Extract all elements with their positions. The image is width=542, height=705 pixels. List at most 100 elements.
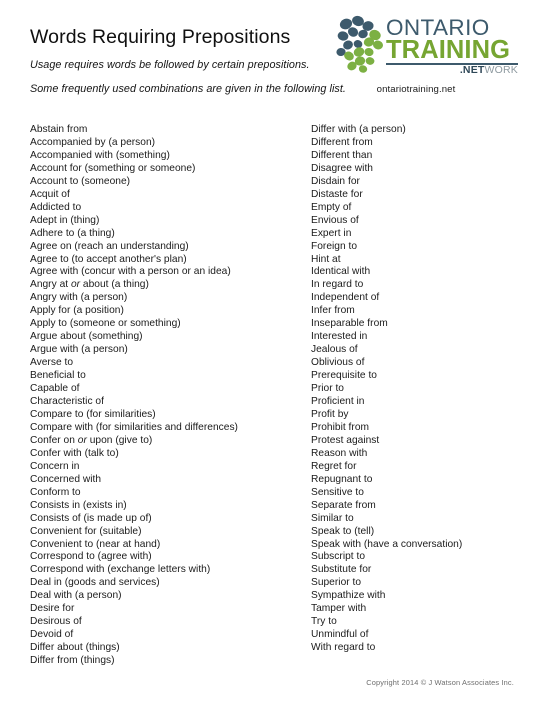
preposition-entry: Concern in [30,460,80,472]
preposition-entry: Devoid of [30,629,74,641]
preposition-entry: Beneficial to [30,370,86,382]
document-header: Words Requiring Prepositions Usage requi… [0,0,542,112]
preposition-entry: Abstain from [30,124,88,135]
preposition-entry: Speak to (tell) [311,525,375,537]
preposition-entry: Angry at or about (a thing) [30,279,149,291]
preposition-entry: Jealous of [311,344,358,356]
preposition-entry: Account for (something or someone) [30,162,196,174]
ontario-training-network-dots-icon [335,14,383,74]
preposition-entry: Convenient to (near at hand) [30,538,161,550]
preposition-entry: Tamper with [311,603,367,615]
preposition-entry: Argue with (a person) [30,344,128,356]
preposition-entry: Consists of (is made up of) [30,512,152,524]
preposition-entry: With regard to [311,642,376,654]
wordmark-training: TRAINING [386,36,511,65]
preposition-entry: Characteristic of [30,396,104,408]
preposition-entry: Empty of [311,201,352,213]
preposition-entry: Sensitive to [311,486,364,498]
preposition-entry: Unmindful of [311,629,369,641]
preposition-entry: Compare to (for similarities) [30,408,156,420]
copyright-notice: Copyright 2014 © J Watson Associates Inc… [366,678,514,687]
left-column: Abstain from Accompanied by (a person) Acc… [30,124,286,668]
preposition-entry: Agree with (concur with a person or an i… [30,266,231,278]
wordmark-network: .NETWORK [386,64,518,77]
preposition-entry: Distaste for [311,188,363,200]
brand-wordmark: ONTARIO TRAINING .NETWORK [386,14,518,77]
preposition-entry: Identical with [311,266,371,278]
preposition-entry: Proficient in [311,396,365,408]
preposition-entry: Protest against [311,434,380,446]
preposition-entry: Convenient for (suitable) [30,525,142,537]
preposition-entry: Apply to (someone or something) [30,318,181,330]
preposition-list-columns: Abstain from Accompanied by (a person) Acc… [0,124,542,668]
preposition-entry: Deal in (goods and services) [30,577,160,589]
preposition-entry: Accompanied by (a person) [30,136,156,148]
preposition-entry: Prior to [311,383,344,395]
logo-row: ONTARIO TRAINING .NETWORK [320,14,518,77]
preposition-entry: Adhere to (a thing) [30,227,115,239]
left-entry-list: Abstain from Accompanied by (a person) Acc… [30,124,286,668]
preposition-entry: Desirous of [30,616,82,628]
preposition-entry: Differ from (things) [30,655,115,667]
preposition-entry: Confer with (talk to) [30,447,119,459]
preposition-entry: Superior to [311,577,362,589]
preposition-entry: Accompanied with (something) [30,149,170,161]
preposition-entry: Conform to [30,486,81,498]
preposition-entry: Subscript to [311,551,366,563]
brand-website-url: ontariotraining.net [376,83,456,95]
preposition-entry: Expert in [311,227,352,239]
preposition-entry: Differ with (a person) [311,124,406,135]
preposition-entry: Adept in (thing) [30,214,100,226]
preposition-entry: Correspond with (exchange letters with) [30,564,211,576]
preposition-entry: Confer on or upon (give to) [30,434,153,446]
preposition-entry: Profit by [311,408,349,420]
preposition-entry: Compare with (for similarities and diffe… [30,421,238,433]
preposition-entry: Concerned with [30,473,102,485]
preposition-entry: Argue about (something) [30,331,143,343]
preposition-entry: Speak with (have a conversation) [311,538,463,550]
preposition-entry: Similar to [311,512,354,524]
document-page: Words Requiring Prepositions Usage requi… [0,0,542,705]
preposition-entry: Prerequisite to [311,370,377,382]
preposition-entry: Independent of [311,292,380,304]
preposition-entry: Consists in (exists in) [30,499,127,511]
preposition-entry: Correspond to (agree with) [30,551,152,563]
preposition-entry: Inseparable from [311,318,388,330]
preposition-entry: Different than [311,149,373,161]
preposition-entry: Prohibit from [311,421,370,433]
preposition-entry: Envious of [311,214,359,226]
preposition-entry: Angry with (a person) [30,292,128,304]
preposition-entry: Different from [311,136,373,148]
preposition-entry: Foreign to [311,240,358,252]
preposition-entry: Oblivious of [311,357,365,369]
preposition-entry: Account to (someone) [30,175,131,187]
preposition-entry: Acquit of [30,188,70,200]
preposition-entry: Separate from [311,499,376,511]
preposition-entry: Sympathize with [311,590,386,602]
preposition-entry: Apply for (a position) [30,305,124,317]
preposition-entry: Repugnant to [311,473,373,485]
right-entry-list: Differ with (a person) Different from Diff… [311,124,542,655]
preposition-entry: Differ about (things) [30,642,120,654]
wordmark-work: WORK [484,64,518,77]
preposition-entry: Averse to [30,357,74,369]
preposition-entry: Interested in [311,331,368,343]
preposition-entry: In regard to [311,279,364,291]
preposition-entry: Desire for [30,603,75,615]
preposition-entry: Reason with [311,447,368,459]
preposition-entry: Agree on (reach an understanding) [30,240,189,252]
preposition-entry: Regret for [311,460,357,472]
wordmark-dot-net: .NET [459,64,485,77]
preposition-entry: Disdain for [311,175,360,187]
preposition-entry: Try to [311,616,337,628]
preposition-entry: Agree to (to accept another's plan) [30,253,187,265]
preposition-entry: Substitute for [311,564,372,576]
brand-logo-block: ONTARIO TRAINING .NETWORK ontariotrainin… [320,14,518,95]
preposition-entry: Hint at [311,253,341,265]
preposition-entry: Capable of [30,383,80,395]
preposition-entry: Deal with (a person) [30,590,122,602]
preposition-entry: Infer from [311,305,355,317]
preposition-entry: Disagree with [311,162,373,174]
preposition-entry: Addicted to [30,201,82,213]
right-column: Differ with (a person) Different from Diff… [286,124,542,668]
